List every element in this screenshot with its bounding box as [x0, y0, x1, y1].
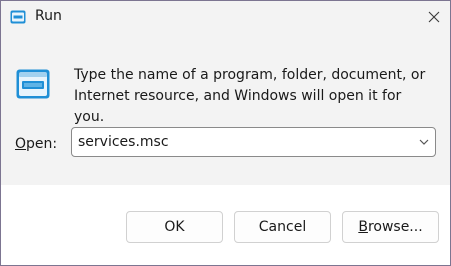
description-line-2: Internet resource, and Windows will open…	[74, 88, 402, 125]
cancel-button[interactable]: Cancel	[234, 211, 331, 243]
run-icon	[10, 10, 26, 24]
close-icon	[428, 11, 440, 23]
run-dialog: Run Type the name of a program, folder, …	[0, 0, 451, 266]
browse-label-rest: rowse...	[367, 219, 423, 235]
open-label-rest: pen:	[26, 136, 58, 152]
dialog-footer: OK Cancel Browse...	[1, 185, 450, 265]
ok-button[interactable]: OK	[126, 211, 223, 243]
window-title: Run	[35, 8, 62, 24]
title-bar[interactable]: Run	[1, 1, 450, 33]
open-input[interactable]	[78, 132, 408, 152]
browse-button[interactable]: Browse...	[342, 211, 439, 243]
description-line-1: Type the name of a program, folder, docu…	[74, 67, 426, 83]
close-button[interactable]	[421, 5, 447, 29]
open-combobox[interactable]	[71, 127, 436, 157]
browse-mnemonic: B	[358, 219, 368, 235]
dialog-content: Type the name of a program, folder, docu…	[1, 33, 450, 185]
run-icon	[16, 69, 50, 99]
open-label: Open:	[15, 136, 57, 152]
open-label-mnemonic: O	[15, 136, 27, 152]
description-text: Type the name of a program, folder, docu…	[74, 65, 434, 128]
chevron-down-icon[interactable]	[418, 137, 430, 147]
